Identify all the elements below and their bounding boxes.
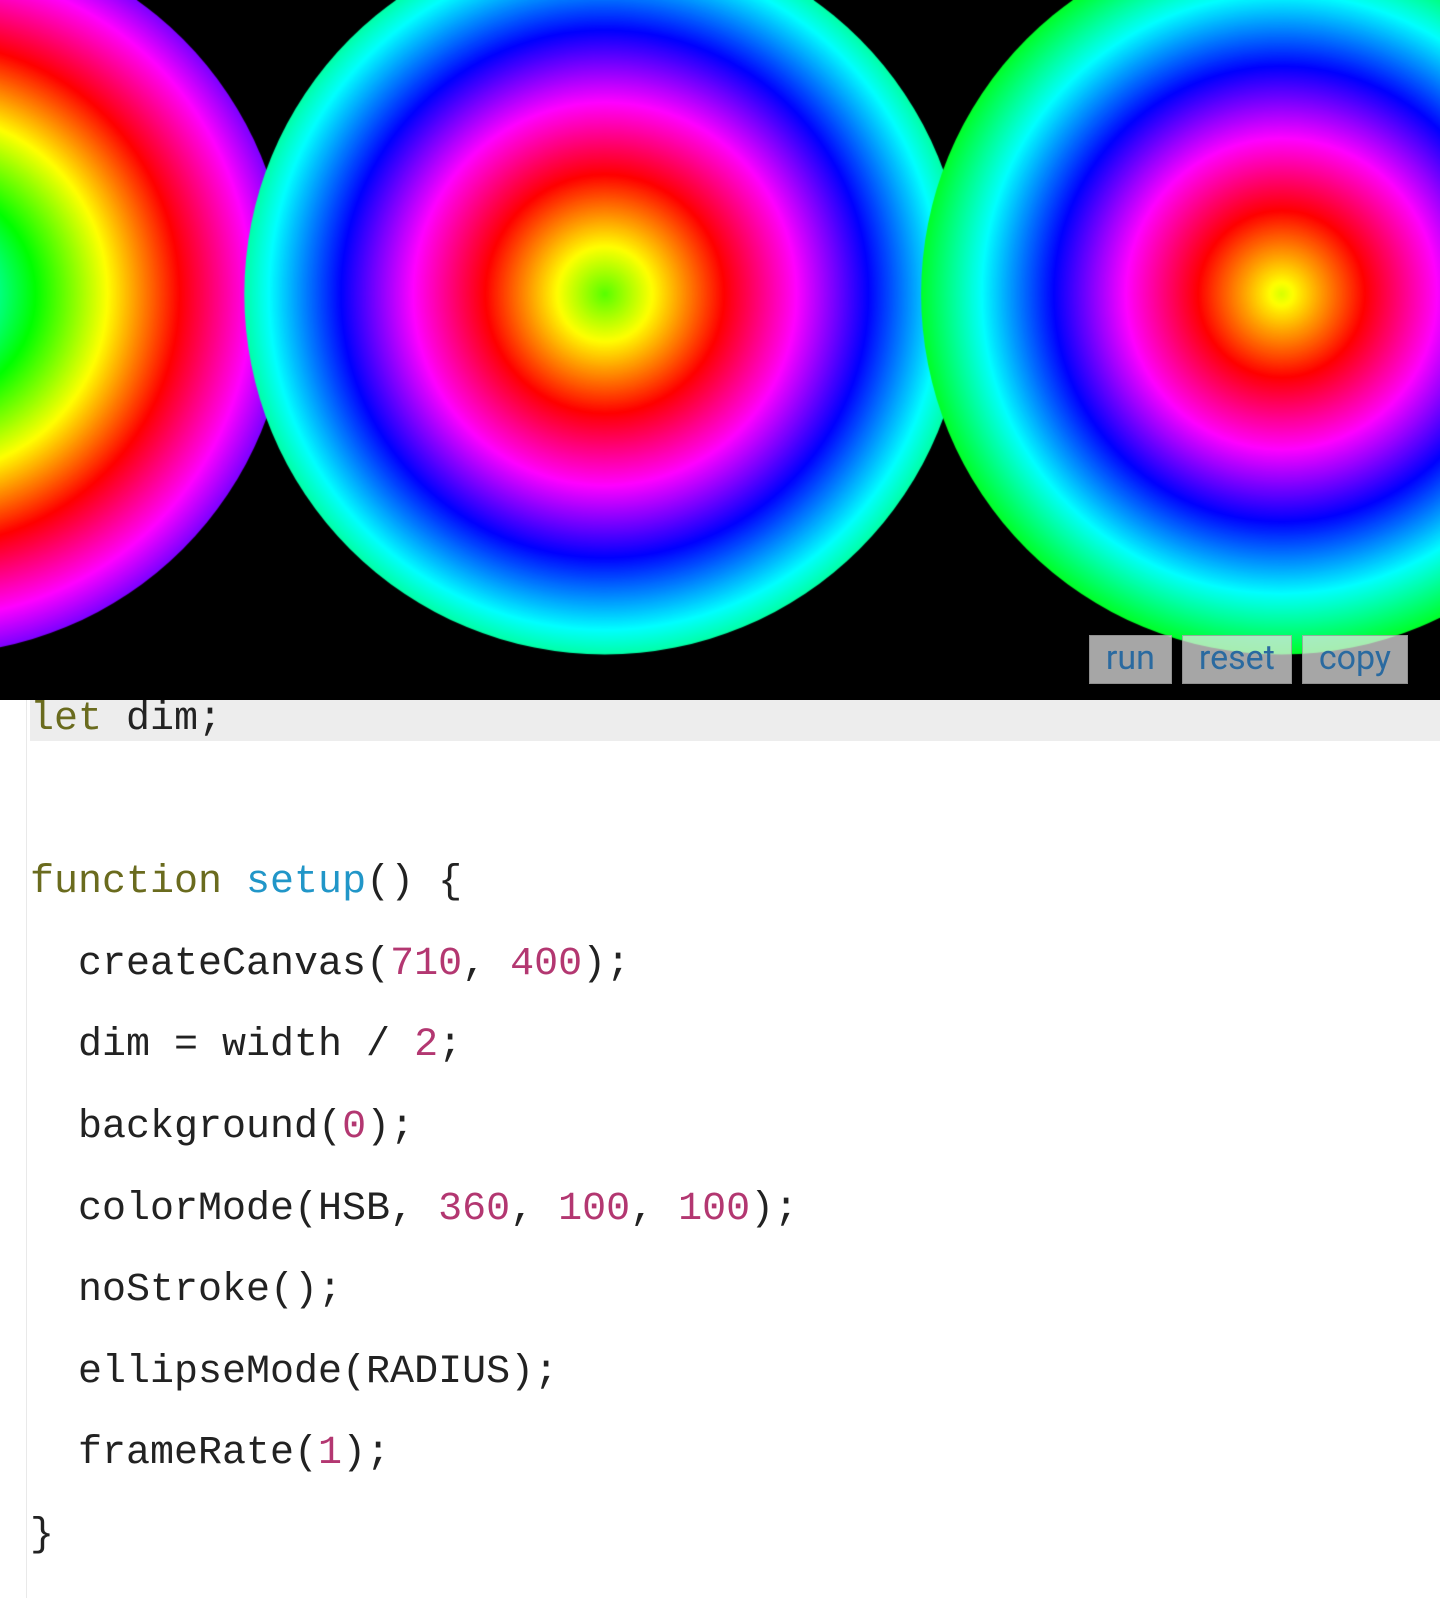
code-line[interactable]: dim = width / 2;	[30, 1026, 1440, 1067]
code-token-number: 2	[414, 1023, 438, 1068]
reset-button[interactable]: reset	[1182, 635, 1292, 684]
code-line[interactable]: createCanvas(710, 400);	[30, 945, 1440, 986]
code-line[interactable]: let dim;	[30, 700, 1440, 741]
code-token-fnname: setup	[246, 860, 366, 905]
code-token-plain: );	[366, 1105, 414, 1150]
code-line[interactable]: }	[30, 1516, 1440, 1557]
code-line[interactable]: ellipseMode(RADIUS);	[30, 1353, 1440, 1394]
code-gutter	[0, 700, 27, 1598]
code-line[interactable]	[30, 782, 1440, 823]
code-token-plain: ,	[510, 1187, 558, 1232]
code-token-keyword: function	[30, 860, 222, 905]
code-token-number: 0	[342, 1105, 366, 1150]
code-token-number: 1	[318, 1431, 342, 1476]
code-line[interactable]: colorMode(HSB, 360, 100, 100);	[30, 1190, 1440, 1231]
code-line[interactable]: function setup() {	[30, 863, 1440, 904]
code-token-plain: colorMode(HSB,	[30, 1187, 438, 1232]
code-token-keyword: let	[30, 697, 102, 742]
code-editor[interactable]: let dim; function setup() { createCanvas…	[0, 700, 1440, 1598]
code-token-plain: dim;	[102, 697, 222, 742]
code-token-plain: createCanvas(	[30, 942, 390, 987]
code-token-plain: );	[582, 942, 630, 987]
code-token-plain	[222, 860, 246, 905]
code-token-plain: background(	[30, 1105, 342, 1150]
code-token-plain: ,	[630, 1187, 678, 1232]
copy-button[interactable]: copy	[1302, 635, 1408, 684]
code-token-plain: () {	[366, 860, 462, 905]
code-token-plain: );	[750, 1187, 798, 1232]
code-token-plain: ellipseMode(RADIUS);	[30, 1350, 558, 1395]
run-button[interactable]: run	[1089, 635, 1172, 684]
code-line[interactable]: background(0);	[30, 1108, 1440, 1149]
code-token-plain: }	[30, 1513, 54, 1558]
code-token-number: 100	[558, 1187, 630, 1232]
sketch-canvas[interactable]	[0, 0, 1440, 700]
code-token-plain: noStroke();	[30, 1268, 342, 1313]
code-token-plain: ;	[438, 1023, 462, 1068]
code-line[interactable]: frameRate(1);	[30, 1434, 1440, 1475]
code-token-number: 100	[678, 1187, 750, 1232]
code-token-plain: ,	[462, 942, 510, 987]
sketch-canvas-area: run reset copy	[0, 0, 1440, 700]
code-token-number: 400	[510, 942, 582, 987]
code-token-number: 360	[438, 1187, 510, 1232]
code-token-number: 710	[390, 942, 462, 987]
code-token-plain: );	[342, 1431, 390, 1476]
canvas-button-row: run reset copy	[1089, 635, 1408, 684]
code-line[interactable]: noStroke();	[30, 1271, 1440, 1312]
code-token-plain: frameRate(	[30, 1431, 318, 1476]
code-token-plain: dim = width /	[30, 1023, 414, 1068]
